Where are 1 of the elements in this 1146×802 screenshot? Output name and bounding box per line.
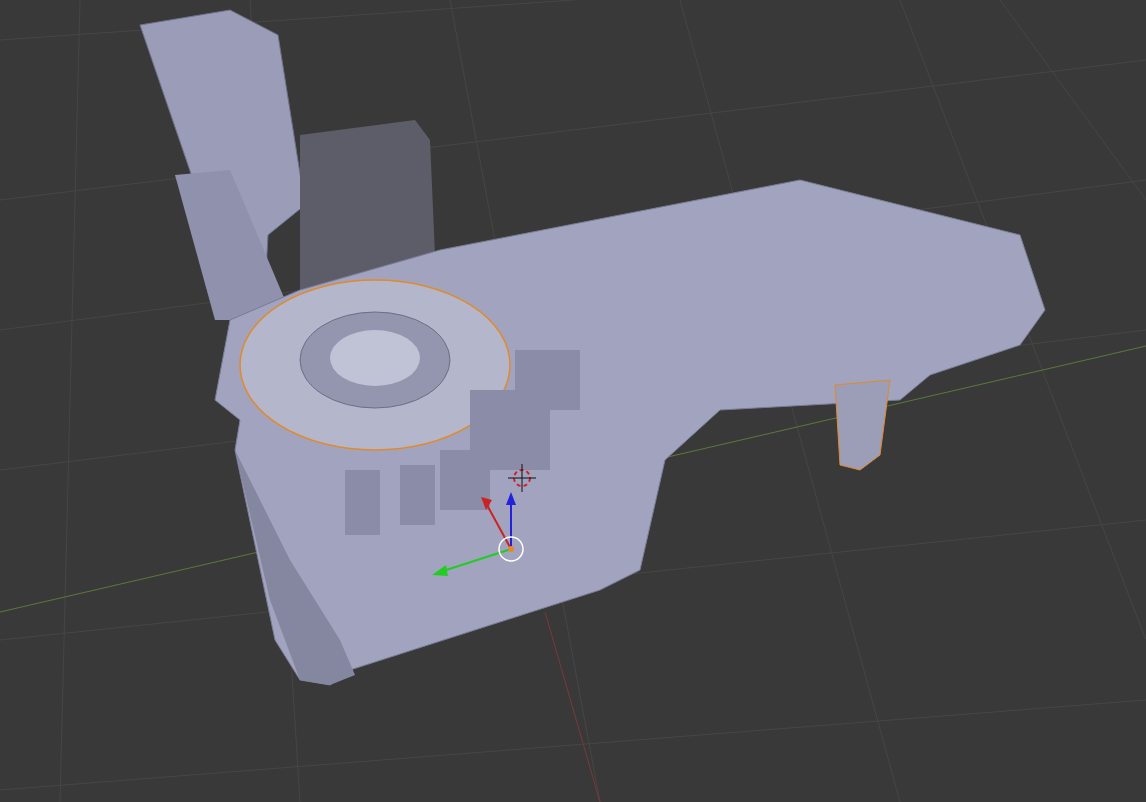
transform-manipulator[interactable] bbox=[432, 492, 524, 576]
